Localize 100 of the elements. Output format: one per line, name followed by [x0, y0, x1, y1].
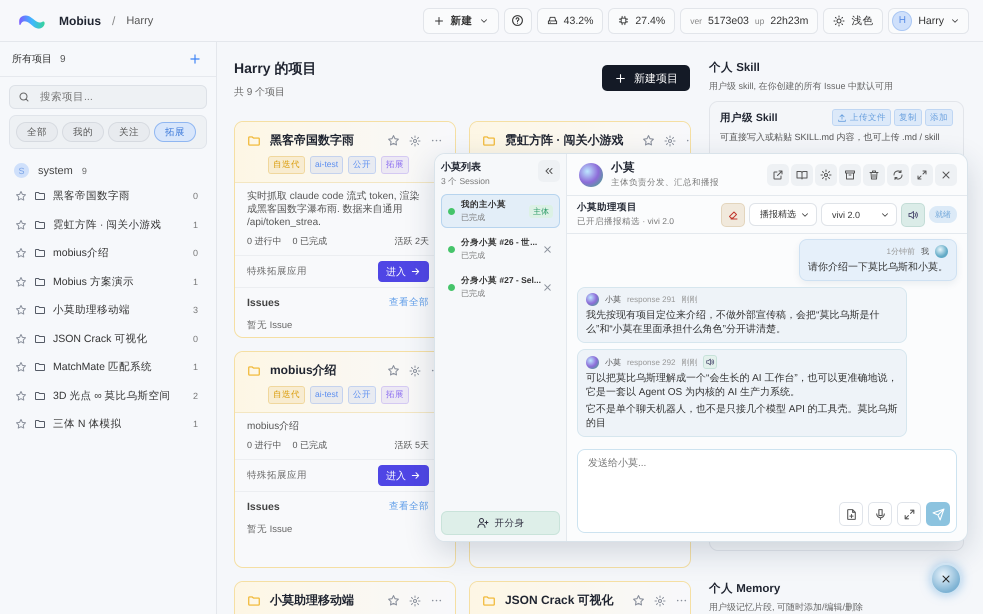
- clear-button[interactable]: [721, 202, 745, 226]
- assistant-name: 小莫: [611, 160, 636, 175]
- close-icon[interactable]: [542, 282, 553, 292]
- session-item[interactable]: 我的主小莫 已完成 主体: [441, 194, 560, 228]
- collapse-button[interactable]: [538, 160, 560, 182]
- card-title[interactable]: 黑客帝国数字雨: [270, 132, 354, 149]
- search-icon: [18, 91, 30, 103]
- send-icon: [932, 508, 944, 520]
- session-list-title: 小莫列表: [441, 160, 482, 174]
- add-project-button[interactable]: [188, 52, 202, 66]
- settings-button[interactable]: [815, 164, 837, 186]
- project-link[interactable]: 三体 N 体模拟: [53, 417, 186, 432]
- play-audio-button[interactable]: [703, 355, 718, 369]
- user-menu[interactable]: H Harry: [888, 8, 969, 34]
- arrow-icon: [410, 470, 421, 481]
- star-icon[interactable]: [15, 190, 27, 202]
- card-description: 实时抓取 claude code 流式 token, 渲染成黑客国数字瀑布雨. 数据来自通用 /api/token_strea.: [247, 190, 420, 229]
- speaker-button[interactable]: [901, 202, 925, 226]
- status-dot: [448, 208, 455, 214]
- close-icon[interactable]: [542, 244, 553, 254]
- issue-count: 1: [192, 362, 198, 372]
- new-button[interactable]: 新建: [422, 8, 499, 34]
- send-button[interactable]: [926, 502, 950, 526]
- settings-icon[interactable]: [409, 594, 421, 606]
- enter-button[interactable]: 进入: [378, 261, 429, 282]
- project-link[interactable]: 3D 光点 ∞ 莫比乌斯空间: [53, 388, 186, 403]
- star-icon[interactable]: [387, 364, 400, 377]
- section-subtitle: 用户级 skill, 在你创建的所有 Issue 中默认可用: [709, 80, 894, 93]
- star-icon[interactable]: [15, 390, 27, 402]
- breadcrumb[interactable]: Harry: [126, 14, 154, 26]
- enter-button[interactable]: 进入: [378, 465, 429, 486]
- search-field[interactable]: 搜索项目...: [9, 85, 207, 109]
- tag: 拓展: [381, 156, 410, 174]
- project-link[interactable]: Mobius 方案演示: [53, 274, 186, 289]
- attach-file-button[interactable]: [839, 502, 863, 526]
- project-link[interactable]: mobius介绍: [53, 246, 186, 260]
- eraser-icon: [727, 208, 739, 220]
- folder-icon: [34, 218, 46, 231]
- book-button[interactable]: [791, 164, 813, 186]
- expand-input-button[interactable]: [897, 502, 921, 526]
- star-icon[interactable]: [15, 418, 27, 430]
- message-author: 小莫: [605, 356, 621, 368]
- user-plus-icon: [476, 517, 488, 529]
- new-project-button[interactable]: 新建项目: [602, 65, 690, 91]
- mode-select[interactable]: 播报精选: [749, 203, 817, 226]
- help-button[interactable]: [504, 8, 532, 34]
- running-count: 0 进行中: [247, 439, 282, 452]
- filter-chip[interactable]: 全部: [16, 122, 58, 142]
- filter-chip[interactable]: 关注: [108, 122, 150, 142]
- card-title[interactable]: mobius介绍: [270, 362, 337, 379]
- folder-icon: [34, 361, 46, 374]
- star-icon[interactable]: [15, 304, 27, 316]
- project-link[interactable]: 黑客帝国数字雨: [53, 189, 186, 204]
- user-avatar: H: [892, 10, 912, 30]
- star-icon[interactable]: [15, 218, 27, 231]
- message-field[interactable]: 发送给小莫...: [577, 449, 957, 533]
- open-external-button[interactable]: [767, 164, 789, 186]
- message-input[interactable]: 发送给小莫...: [588, 456, 950, 502]
- star-icon[interactable]: [642, 134, 655, 147]
- theme-button[interactable]: 浅色: [823, 8, 884, 34]
- session-item[interactable]: 分身小莫 #27 - Sel... 已完成: [441, 270, 560, 304]
- filter-chip[interactable]: 拓展: [154, 122, 196, 142]
- star-icon[interactable]: [15, 332, 27, 345]
- search-input[interactable]: 搜索项目...: [38, 90, 198, 104]
- close-chat-button[interactable]: [930, 563, 962, 595]
- star-icon[interactable]: [15, 276, 27, 288]
- sun-icon: [833, 14, 846, 26]
- filter-chip[interactable]: 我的: [62, 122, 104, 142]
- project-link[interactable]: JSON Crack 可视化: [53, 332, 186, 346]
- tag: ai-test: [310, 156, 344, 174]
- expand-button[interactable]: [911, 164, 933, 186]
- voice-select[interactable]: vivi 2.0: [821, 203, 897, 226]
- star-icon[interactable]: [387, 594, 400, 607]
- session-item[interactable]: 分身小莫 #26 - 世... 已完成: [441, 232, 560, 266]
- close-button[interactable]: [935, 164, 957, 186]
- branch-button[interactable]: 开分身: [441, 511, 560, 535]
- group-name[interactable]: system: [38, 164, 73, 176]
- refresh-icon: [892, 168, 904, 180]
- activity-label: 活跃 5天: [394, 439, 429, 452]
- refresh-button[interactable]: [887, 164, 909, 186]
- project-link[interactable]: MatchMate 匹配系统: [53, 360, 186, 374]
- settings-icon[interactable]: [409, 364, 421, 376]
- response-id: response 291: [627, 295, 676, 304]
- microphone-icon: [874, 508, 886, 520]
- settings-icon[interactable]: [409, 134, 421, 146]
- microphone-button[interactable]: [868, 502, 892, 526]
- project-count: 9: [60, 54, 66, 64]
- settings-icon[interactable]: [664, 134, 676, 146]
- settings-icon[interactable]: [654, 594, 666, 606]
- star-icon[interactable]: [632, 594, 645, 607]
- star-icon[interactable]: [387, 134, 400, 147]
- empty-issues-text: 暂无 Issue: [247, 319, 294, 332]
- star-icon[interactable]: [15, 247, 27, 260]
- assistant-avatar: [579, 162, 603, 186]
- project-link[interactable]: 霓虹方阵 · 闯关小游戏: [53, 218, 186, 232]
- star-icon[interactable]: [15, 361, 27, 374]
- delete-button[interactable]: [863, 164, 885, 186]
- user-avatar: [935, 245, 948, 258]
- archive-button[interactable]: [839, 164, 861, 186]
- project-link[interactable]: 小莫助理移动端: [53, 303, 186, 318]
